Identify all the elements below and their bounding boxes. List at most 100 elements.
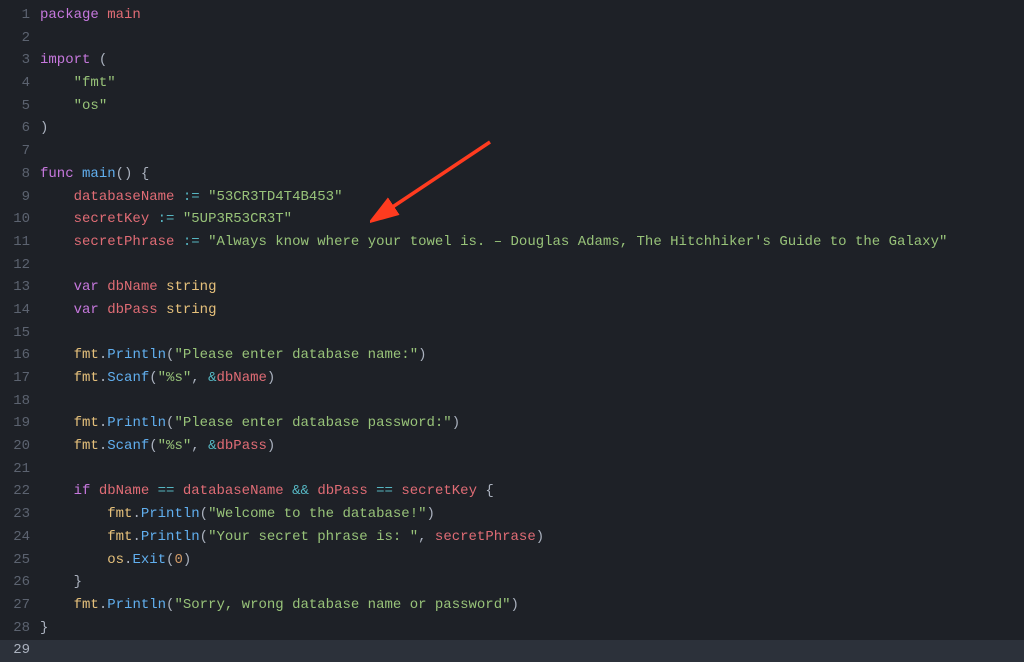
token-func: main — [82, 166, 116, 182]
code-line[interactable]: os.Exit(0) — [40, 549, 1024, 572]
token-func: Println — [107, 347, 166, 363]
code-line[interactable] — [40, 390, 1024, 413]
code-area[interactable]: package main import ( "fmt" "os") func m… — [40, 0, 1024, 658]
code-line[interactable]: var dbPass string — [40, 299, 1024, 322]
token-typename: string — [166, 302, 216, 318]
code-line[interactable]: fmt.Println("Please enter database passw… — [40, 412, 1024, 435]
line-number: 19 — [0, 412, 30, 435]
token-punct — [90, 483, 98, 499]
token-punct: . — [99, 370, 107, 386]
token-func: Println — [141, 529, 200, 545]
line-number: 2 — [0, 27, 30, 50]
token-func: Scanf — [107, 438, 149, 454]
code-line[interactable]: fmt.Scanf("%s", &dbPass) — [40, 435, 1024, 458]
token-punct — [200, 234, 208, 250]
token-punct — [174, 234, 182, 250]
line-number: 28 — [0, 617, 30, 640]
line-number: 6 — [0, 117, 30, 140]
line-number: 27 — [0, 594, 30, 617]
code-line[interactable]: fmt.Println("Your secret phrase is: ", s… — [40, 526, 1024, 549]
token-punct — [40, 370, 74, 386]
line-number: 25 — [0, 549, 30, 572]
token-str: "fmt" — [74, 75, 116, 91]
token-punct — [40, 597, 74, 613]
line-number-gutter: 1234567891011121314151617181920212223242… — [0, 0, 40, 658]
code-line[interactable]: import ( — [40, 49, 1024, 72]
token-punct: ) — [427, 506, 435, 522]
code-line[interactable] — [40, 140, 1024, 163]
token-punct — [99, 279, 107, 295]
token-punct: . — [99, 597, 107, 613]
token-ident: databaseName — [74, 189, 175, 205]
code-line[interactable] — [40, 322, 1024, 345]
token-punct: , — [191, 438, 208, 454]
token-str: "Welcome to the database!" — [208, 506, 426, 522]
token-ident: dbPass — [216, 438, 266, 454]
line-number: 12 — [0, 254, 30, 277]
token-punct: } — [40, 620, 48, 636]
token-punct: . — [99, 347, 107, 363]
token-punct: ( — [149, 438, 157, 454]
line-number: 24 — [0, 526, 30, 549]
token-pkg: fmt — [74, 438, 99, 454]
token-kw: var — [74, 279, 99, 295]
token-punct — [40, 506, 107, 522]
token-str: "5UP3R53CR3T" — [183, 211, 292, 227]
token-punct — [99, 7, 107, 23]
token-punct — [99, 302, 107, 318]
token-pkg: fmt — [74, 347, 99, 363]
code-line[interactable]: fmt.Println("Welcome to the database!") — [40, 503, 1024, 526]
code-line[interactable]: databaseName := "53CR3TD4T4B453" — [40, 186, 1024, 209]
token-ident: dbPass — [317, 483, 367, 499]
token-punct: . — [99, 415, 107, 431]
code-line[interactable]: "os" — [40, 95, 1024, 118]
code-line[interactable] — [40, 639, 1024, 662]
code-line[interactable]: } — [40, 571, 1024, 594]
code-line[interactable]: secretKey := "5UP3R53CR3T" — [40, 208, 1024, 231]
token-punct — [40, 98, 74, 114]
token-punct: ( — [90, 52, 107, 68]
line-number: 7 — [0, 140, 30, 163]
code-line[interactable]: fmt.Println("Sorry, wrong database name … — [40, 594, 1024, 617]
code-line[interactable]: if dbName == databaseName && dbPass == s… — [40, 480, 1024, 503]
token-func: Println — [141, 506, 200, 522]
code-line[interactable]: fmt.Scanf("%s", &dbName) — [40, 367, 1024, 390]
token-pkg: fmt — [107, 529, 132, 545]
token-pkg: os — [107, 552, 124, 568]
token-str: "Always know where your towel is. – Doug… — [208, 234, 947, 250]
code-line[interactable]: ) — [40, 117, 1024, 140]
line-number: 13 — [0, 276, 30, 299]
token-str: "%s" — [158, 438, 192, 454]
line-number: 10 — [0, 208, 30, 231]
token-punct: . — [99, 438, 107, 454]
code-line[interactable]: fmt.Println("Please enter database name:… — [40, 344, 1024, 367]
token-op: == — [376, 483, 393, 499]
code-line[interactable]: } — [40, 617, 1024, 640]
code-line[interactable]: func main() { — [40, 163, 1024, 186]
token-str: "Your secret phrase is: " — [208, 529, 418, 545]
code-line[interactable]: var dbName string — [40, 276, 1024, 299]
token-punct — [40, 552, 107, 568]
code-line[interactable]: "fmt" — [40, 72, 1024, 95]
token-punct — [40, 234, 74, 250]
code-line[interactable] — [40, 254, 1024, 277]
code-line[interactable] — [40, 27, 1024, 50]
token-ident: secretPhrase — [74, 234, 175, 250]
token-pkg: fmt — [74, 370, 99, 386]
code-editor[interactable]: 1234567891011121314151617181920212223242… — [0, 0, 1024, 658]
token-punct — [40, 75, 74, 91]
token-punct — [149, 211, 157, 227]
code-line[interactable] — [40, 458, 1024, 481]
code-line[interactable]: secretPhrase := "Always know where your … — [40, 231, 1024, 254]
token-ident: dbName — [216, 370, 266, 386]
token-punct: , — [418, 529, 435, 545]
token-punct — [284, 483, 292, 499]
token-str: "Please enter database password:" — [174, 415, 451, 431]
line-number: 1 — [0, 4, 30, 27]
token-punct: ( — [200, 506, 208, 522]
line-number: 26 — [0, 571, 30, 594]
token-punct: ) — [418, 347, 426, 363]
token-str: "os" — [74, 98, 108, 114]
code-line[interactable]: package main — [40, 4, 1024, 27]
token-punct — [40, 189, 74, 205]
